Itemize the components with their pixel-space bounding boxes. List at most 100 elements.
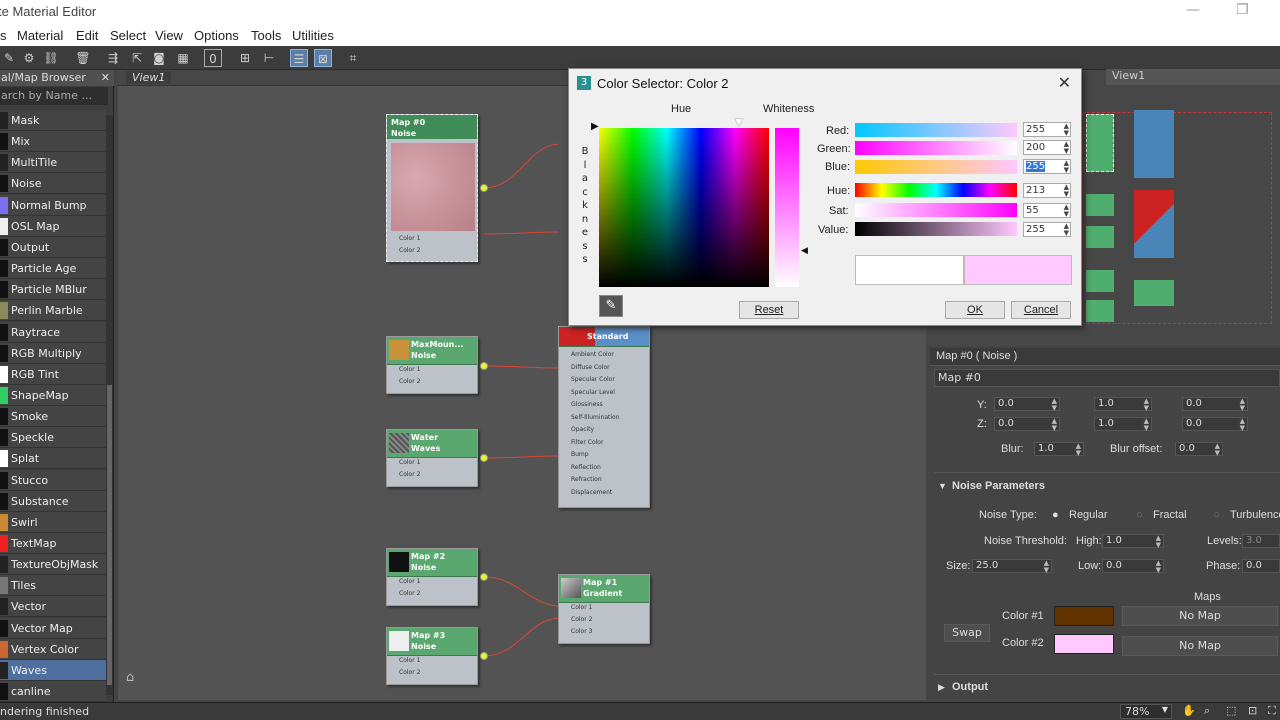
noise-type-regular[interactable]: Regular [1069,509,1108,521]
hue-pointer-icon[interactable]: ▼ [735,117,743,128]
spinner-icon[interactable]: ▲ ▼ [1052,398,1057,412]
browser-item[interactable]: Smoke [0,406,106,428]
low-field[interactable]: 0.0 ▲ ▼ [1102,559,1164,574]
blackness-pointer-icon[interactable]: ▶ [591,121,599,132]
browser-item[interactable]: TextureObjMask [0,554,106,576]
red-slider[interactable] [855,123,1017,137]
node-water[interactable]: Water Waves Color 1 Color 2 [386,429,478,487]
menu-options[interactable]: Options [194,28,239,43]
output-socket[interactable] [480,362,488,370]
spinner-icon[interactable]: ▲ ▼ [1064,204,1069,218]
browser-item[interactable]: Speckle [0,427,106,449]
color2-swatch[interactable] [1054,634,1114,654]
radio-regular-icon[interactable]: ● [1052,509,1059,521]
chevron-down-icon[interactable]: ▼ [1162,705,1168,714]
spinner-icon[interactable]: ▲ ▼ [1064,184,1069,198]
background-icon[interactable]: ▦ [174,49,192,67]
menu-view[interactable]: View [155,28,183,43]
browser-item[interactable]: Particle MBlur [0,279,106,301]
browser-item[interactable]: Tiles [0,575,106,597]
spinner-icon[interactable]: ▲ ▼ [1156,535,1161,549]
browser-item[interactable]: Noise [0,173,106,195]
browser-item[interactable]: TextMap [0,533,106,554]
spinner-icon[interactable]: ▲ ▼ [1156,560,1161,574]
output-rollout[interactable]: Output [952,681,988,693]
blur-field[interactable]: 1.0 ▲ ▼ [1034,442,1084,457]
spinner-icon[interactable]: ▲ ▼ [1052,418,1057,432]
node-map2[interactable]: Map #2 Noise Color 1 Color 2 [386,548,478,606]
spinner-icon[interactable]: ▲ ▼ [1076,443,1081,457]
spinner-icon[interactable]: ▲ ▼ [1044,560,1049,574]
spinner-icon[interactable]: ▲ ▼ [1240,398,1245,412]
zoom-dropdown[interactable]: 78% ▼ [1120,704,1172,719]
whiteness-pointer-icon[interactable]: ◀ [801,246,808,256]
color1-swatch[interactable] [1054,606,1114,626]
browser-item[interactable]: Normal Bump [0,194,106,216]
options-icon[interactable]: ⌗ [344,49,362,67]
node-map3[interactable]: Map #3 Noise Color 1 Color 2 [386,627,478,685]
collapse-icon[interactable]: ▼ [938,481,947,491]
z-field-2[interactable]: 1.0 ▲ ▼ [1094,417,1152,432]
high-field[interactable]: 1.0 ▲ ▼ [1102,534,1164,549]
z-field-1[interactable]: 0.0 ▲ ▼ [994,417,1060,432]
menu-select[interactable]: Select [110,28,146,43]
y-field-1[interactable]: 0.0 ▲ ▼ [994,397,1060,412]
browser-item[interactable]: Output [0,236,106,258]
browser-item[interactable]: Stucco [0,469,106,491]
browser-item[interactable]: RGB Tint [0,363,106,385]
menu-edit[interactable]: Edit [76,28,98,43]
pan-icon[interactable]: ✋ [1182,704,1196,717]
browser-item[interactable]: Raytrace [0,321,106,343]
node-maxmount[interactable]: MaxMoun... Noise Color 1 Color 2 [386,336,478,394]
hierarchy-icon[interactable]: ⊞ [236,49,254,67]
restore-icon[interactable]: ❐ [1236,2,1249,18]
material-id-icon[interactable]: 0 [204,49,222,67]
value-spinner[interactable]: 255 ▲ ▼ [1023,222,1071,237]
layout-icon[interactable]: ⇶ [104,49,122,67]
close-icon[interactable]: ✕ [101,70,110,86]
spinner-icon[interactable]: ▲ ▼ [1240,418,1245,432]
eyedropper-icon[interactable]: ✎ [599,295,623,317]
green-spinner[interactable]: 200 ▲ ▼ [1023,140,1071,155]
color1-map-button[interactable]: No Map [1122,606,1278,626]
navigation-icon[interactable]: ⌂ [126,670,146,688]
close-icon[interactable]: ✕ [1058,73,1071,92]
ok-button[interactable]: OK [945,301,1005,319]
link-icon[interactable]: ⛓ [42,49,60,67]
blur-offset-field[interactable]: 0.0 ▲ ▼ [1175,442,1223,457]
browser-item[interactable]: Particle Age [0,258,106,280]
pick-icon[interactable]: ✎ [0,49,18,67]
green-slider[interactable] [855,141,1017,155]
frame-icon[interactable]: ⊡ [1248,704,1257,717]
browser-item[interactable]: Substance [0,490,106,512]
fit-all-icon[interactable]: ⛶ [1268,704,1276,718]
browser-item[interactable]: OSL Map [0,215,106,237]
minimize-icon[interactable]: — [1186,2,1200,18]
browser-item[interactable]: ShapeMap [0,384,106,406]
browser-item[interactable]: MultiTile [0,152,106,174]
phase-field[interactable]: 0.0 [1242,559,1280,573]
menu-tools[interactable]: Tools [251,28,281,43]
browser-item[interactable]: canline [0,681,106,703]
assign-icon[interactable]: ⚙ [20,49,38,67]
delete-icon[interactable]: 🗑 [74,49,92,67]
zoom-region-icon[interactable]: ⬚ [1226,704,1236,717]
cancel-button[interactable]: Cancel [1011,301,1071,319]
output-socket[interactable] [480,184,488,192]
browser-item[interactable]: RGB Multiply [0,342,106,364]
browser-item[interactable]: Vertex Color [0,638,106,660]
menu-item-partial[interactable]: s [0,28,7,43]
menu-utilities[interactable]: Utilities [292,28,334,43]
expand-icon[interactable]: ▶ [938,682,945,693]
hue-blackness-picker[interactable] [599,128,769,287]
noise-type-turbulence[interactable]: Turbulence [1230,509,1280,521]
radio-fractal-icon[interactable]: ○ [1136,509,1143,521]
blue-spinner[interactable]: 255 ▲ ▼ [1023,159,1071,174]
browser-scrollbar[interactable] [106,115,113,695]
color2-map-button[interactable]: No Map [1122,636,1278,656]
blue-slider[interactable] [855,160,1017,174]
spinner-icon[interactable]: ▲ ▼ [1215,443,1220,457]
hue-slider[interactable] [855,183,1017,197]
node-map0[interactable]: Map #0 Noise Color 1 Color 2 [386,114,478,262]
browser-item[interactable]: Vector Map [0,617,106,639]
